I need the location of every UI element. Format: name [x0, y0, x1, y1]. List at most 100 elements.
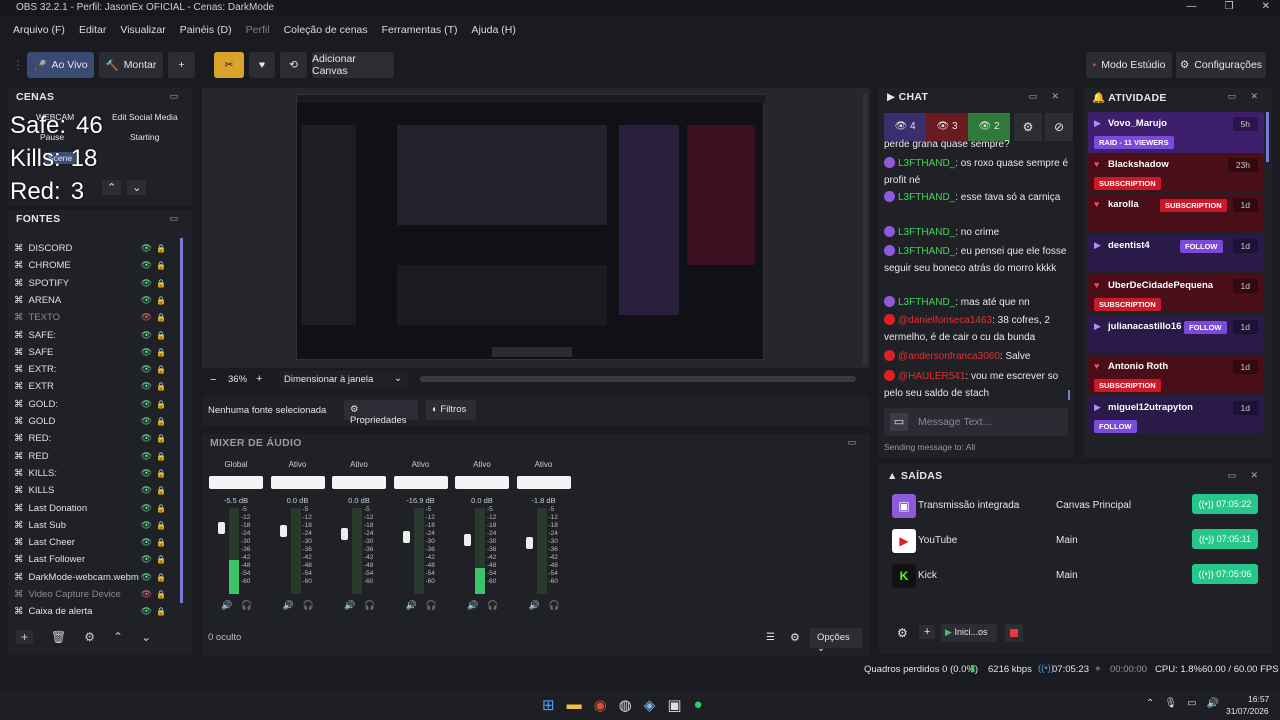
activity-item[interactable]: ▶ deentist4 1d FOLLOW: [1088, 233, 1264, 272]
volume-slider-handle[interactable]: [341, 528, 348, 540]
panel-float-icon[interactable]: ▭: [169, 213, 184, 224]
add-source-button[interactable]: +: [16, 630, 34, 644]
volume-slider-handle[interactable]: [464, 534, 471, 546]
source-item[interactable]: ⌘ SPOTIFY 👁 🔒: [14, 275, 174, 292]
panel-close-icon[interactable]: ▭ ✕: [1028, 91, 1065, 102]
visibility-eye-icon[interactable]: 👁: [141, 347, 152, 358]
speaker-icon[interactable]: 🔊: [221, 600, 232, 611]
chevron-up-icon[interactable]: ⌃: [1146, 698, 1154, 709]
output-timer-button[interactable]: ((•)) 07:05:22: [1192, 494, 1258, 514]
visibility-eye-icon[interactable]: 👁: [141, 554, 152, 565]
visibility-eye-icon[interactable]: 👁: [141, 572, 152, 583]
edit-mode-button[interactable]: 🔨 Montar: [99, 52, 163, 78]
folder-icon[interactable]: ▬: [567, 696, 582, 714]
lock-icon[interactable]: 🔒: [156, 279, 166, 288]
spotify-icon[interactable]: ●: [694, 696, 703, 714]
source-item[interactable]: ⌘ EXTR 👁 🔒: [14, 378, 174, 395]
lock-icon[interactable]: 🔒: [156, 538, 166, 547]
mic-icon[interactable]: 🎙: [1164, 698, 1177, 709]
panel-close-icon[interactable]: ▭ ✕: [1227, 470, 1264, 481]
app-icon[interactable]: ▣: [667, 696, 681, 714]
visibility-eye-icon[interactable]: 👁: [141, 364, 152, 375]
lock-icon[interactable]: 🔒: [156, 573, 166, 582]
source-item[interactable]: ⌘ TEXTO 👁 🔒: [14, 309, 174, 326]
fit-dropdown[interactable]: Dimensionar à janela ⌄: [280, 371, 408, 389]
visibility-eye-icon[interactable]: 👁: [141, 278, 152, 289]
lock-icon[interactable]: 🔒: [156, 504, 166, 513]
gear-icon[interactable]: ⚙: [790, 631, 800, 644]
volume-slider[interactable]: [525, 510, 533, 592]
live-mode-button[interactable]: 🎤 Ao Vivo: [27, 52, 94, 78]
lock-icon[interactable]: 🔒: [156, 244, 166, 253]
source-item[interactable]: ⌘ Last Follower 👁 🔒: [14, 551, 174, 568]
visibility-eye-icon[interactable]: 👁: [141, 468, 152, 479]
steam-icon[interactable]: ◈: [644, 696, 656, 714]
scene-item[interactable]: Starting: [130, 132, 159, 142]
lock-icon[interactable]: 🔒: [156, 555, 166, 564]
menu-item[interactable]: Coleção de cenas: [277, 20, 375, 42]
chevron-down-icon[interactable]: ⌄: [141, 630, 151, 644]
lock-icon[interactable]: 🔒: [156, 469, 166, 478]
chat-username[interactable]: L3FTHAND_: [898, 192, 955, 203]
chat-username[interactable]: L3FTHAND_: [898, 297, 955, 308]
track-name-field[interactable]: [455, 476, 509, 489]
source-item[interactable]: ⌘ SAFE 👁 🔒: [14, 344, 174, 361]
volume-slider-handle[interactable]: [525, 537, 533, 549]
activity-item[interactable]: ▶ miguel12utrapyton 1d FOLLOW: [1088, 395, 1264, 434]
gear-icon[interactable]: ⚙: [897, 626, 908, 640]
lock-icon[interactable]: 🔒: [156, 382, 166, 391]
lock-icon[interactable]: 🔒: [156, 521, 166, 530]
source-item[interactable]: ⌘ DISCORD 👁 🔒: [14, 240, 174, 257]
add-output-button[interactable]: +: [919, 625, 936, 639]
visibility-eye-icon[interactable]: 👁: [141, 295, 152, 306]
panel-float-icon[interactable]: ▭: [169, 91, 184, 102]
track-name-field[interactable]: [393, 476, 448, 489]
output-canvas[interactable]: Main: [1056, 570, 1078, 581]
visibility-eye-icon[interactable]: 👁: [141, 485, 152, 496]
chat-username[interactable]: L3FTHAND_: [898, 158, 955, 169]
lock-icon[interactable]: 🔒: [156, 348, 166, 357]
menu-item[interactable]: Ajuda (H): [464, 20, 522, 42]
lock-icon[interactable]: 🔒: [156, 261, 166, 270]
headphones-icon[interactable]: 🎧: [549, 600, 560, 611]
start-outputs-button[interactable]: ▶ Inici...os: [941, 624, 997, 642]
visibility-eye-icon[interactable]: 👁: [141, 537, 152, 548]
lock-icon[interactable]: 🔒: [156, 400, 166, 409]
obs-icon[interactable]: ◍: [619, 696, 632, 714]
visibility-eye-icon[interactable]: 👁: [141, 416, 152, 427]
volume-slider[interactable]: [341, 510, 348, 592]
lock-icon[interactable]: 🔒: [156, 590, 166, 599]
scissors-button[interactable]: ✂: [214, 52, 244, 78]
visibility-eye-icon[interactable]: 👁: [141, 260, 152, 271]
chevron-up-icon[interactable]: ⌃: [102, 180, 122, 195]
lock-icon[interactable]: 🔒: [156, 607, 166, 616]
menu-item[interactable]: Perfil: [239, 20, 277, 42]
scene-item[interactable]: Edit Social Media: [112, 112, 178, 122]
windows-start-icon[interactable]: ⊞: [542, 696, 555, 714]
settings-button[interactable]: ⚙ Configurações: [1176, 52, 1266, 78]
source-item[interactable]: ⌘ Video Capture Device 👁 🔒: [14, 586, 174, 603]
visibility-eye-icon[interactable]: 👁: [141, 399, 152, 410]
minimize-icon[interactable]: —: [1187, 1, 1197, 12]
panel-float-icon[interactable]: ▭: [847, 437, 862, 448]
lock-icon[interactable]: 🔒: [156, 365, 166, 374]
chat-input[interactable]: ▭ Message Text...: [884, 408, 1068, 436]
menu-item[interactable]: Visualizar: [113, 20, 172, 42]
visibility-eye-icon[interactable]: 👁: [141, 243, 152, 254]
visibility-eye-icon[interactable]: 👁: [141, 433, 152, 444]
output-timer-button[interactable]: ((•)) 07:05:11: [1192, 529, 1258, 549]
volume-slider-handle[interactable]: [402, 531, 410, 543]
visibility-eye-icon[interactable]: 👁: [141, 589, 152, 600]
headphones-icon[interactable]: 🎧: [364, 600, 375, 611]
volume-slider[interactable]: [464, 510, 471, 592]
source-item[interactable]: ⌘ DarkMode-webcam.webm 👁 🔒: [14, 569, 174, 586]
lock-icon[interactable]: 🔒: [156, 452, 166, 461]
lock-icon[interactable]: 🔒: [156, 486, 166, 495]
chat-username[interactable]: @andersonfranca3060: [898, 351, 1000, 362]
source-item[interactable]: ⌘ GOLD 👁 🔒: [14, 413, 174, 430]
source-item[interactable]: ⌘ SAFE: 👁 🔒: [14, 327, 174, 344]
speaker-icon[interactable]: 🔊: [529, 600, 540, 611]
lock-icon[interactable]: 🔒: [156, 434, 166, 443]
output-canvas[interactable]: Main: [1056, 535, 1078, 546]
studio-mode-button[interactable]: • Modo Estúdio: [1086, 52, 1172, 78]
